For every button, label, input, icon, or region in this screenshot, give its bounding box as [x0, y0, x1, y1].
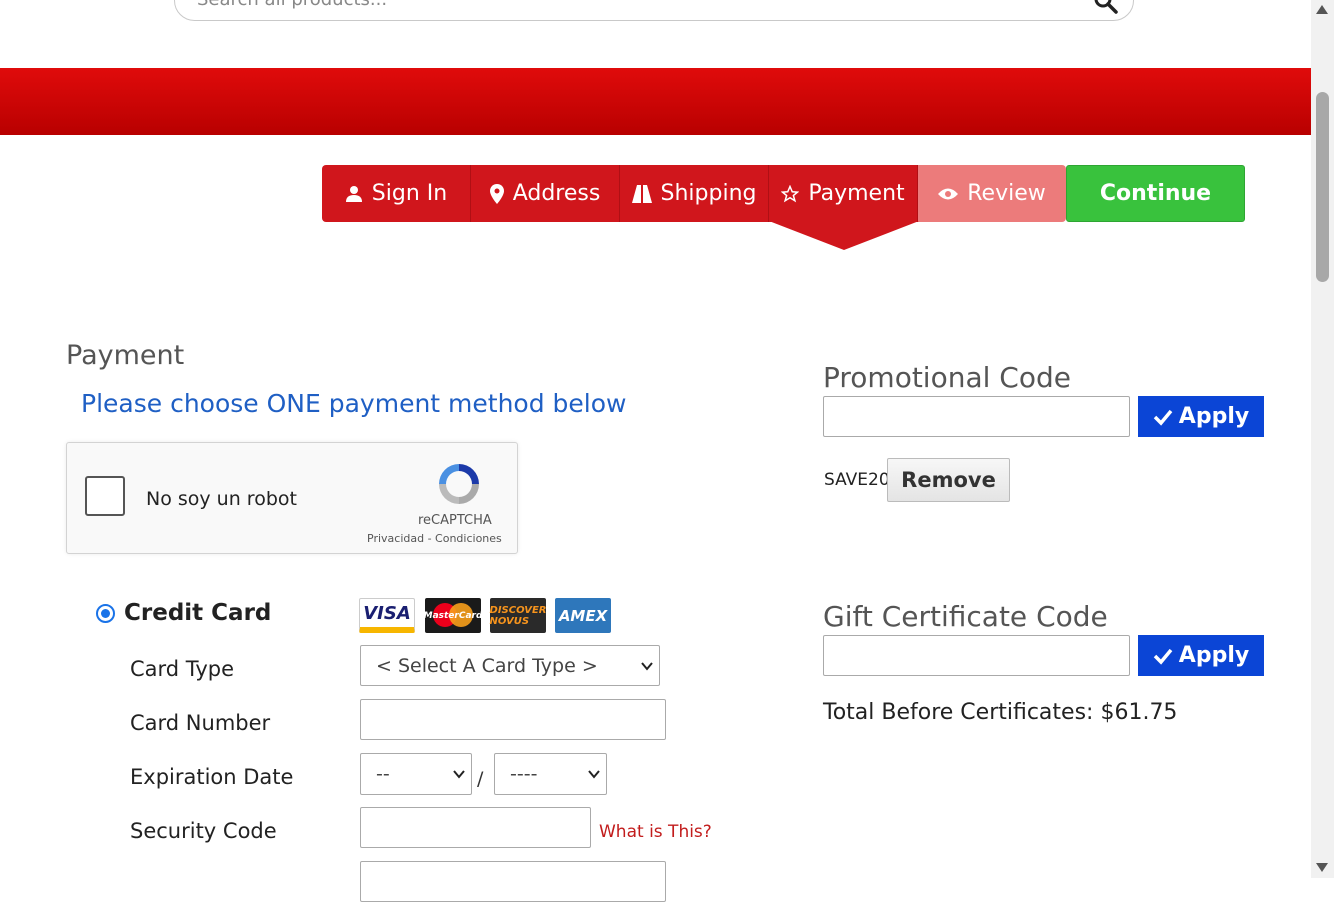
- chevron-down-icon: [588, 770, 600, 779]
- card-type-label: Card Type: [130, 657, 235, 681]
- scrollbar-thumb[interactable]: [1316, 92, 1329, 282]
- step-shipping[interactable]: Shipping: [620, 165, 769, 222]
- apply-label: Apply: [1178, 404, 1250, 429]
- checkmark-icon: [1153, 408, 1173, 426]
- card-type-select[interactable]: < Select A Card Type >: [360, 645, 660, 686]
- card-number-input[interactable]: [360, 699, 666, 740]
- search-icon[interactable]: [1093, 0, 1119, 15]
- discover-card-logo: DISCOVER NOVUS: [490, 598, 547, 633]
- chevron-down-icon: [453, 770, 465, 779]
- step-label: Payment: [808, 181, 905, 206]
- step-label: Shipping: [660, 181, 757, 206]
- expiration-month-value: --: [376, 763, 390, 785]
- map-pin-icon: [489, 183, 504, 204]
- total-before-certificates: Total Before Certificates: $61.75: [823, 700, 1177, 725]
- step-label: Address: [512, 181, 601, 206]
- recaptcha-checkbox[interactable]: [85, 476, 125, 516]
- credit-card-radio[interactable]: [96, 604, 115, 623]
- recaptcha-widget: No soy un robot reCAPTCHA Privacidad - C…: [66, 442, 518, 554]
- applied-promo-code: SAVE20: [824, 470, 890, 490]
- credit-card-label: Credit Card: [124, 600, 272, 626]
- expiration-year-select[interactable]: ----: [494, 753, 607, 795]
- recaptcha-label: No soy un robot: [146, 488, 297, 510]
- step-payment[interactable]: Payment: [769, 165, 918, 222]
- search-placeholder: Search all products...: [197, 0, 387, 10]
- promo-code-title: Promotional Code: [823, 361, 1071, 394]
- security-code-input[interactable]: [360, 807, 591, 848]
- apply-label: Apply: [1178, 643, 1250, 668]
- card-type-value: < Select A Card Type >: [376, 654, 598, 677]
- recaptcha-brand: reCAPTCHA: [418, 513, 492, 528]
- active-step-indicator: [769, 221, 919, 250]
- header-band: [0, 68, 1311, 135]
- mastercard-text: MasterCard: [423, 610, 483, 621]
- eye-icon: [938, 187, 959, 201]
- chevron-down-icon: [641, 661, 653, 671]
- promo-apply-button[interactable]: Apply: [1138, 396, 1264, 437]
- road-icon: [631, 184, 652, 203]
- scroll-down-icon[interactable]: [1316, 863, 1328, 872]
- remove-promo-button[interactable]: Remove: [887, 458, 1010, 502]
- total-value: $61.75: [1100, 700, 1178, 725]
- mastercard-card-logo: MasterCard: [423, 598, 483, 633]
- continue-button[interactable]: Continue: [1066, 165, 1245, 222]
- payment-title: Payment: [66, 340, 185, 371]
- next-field-input[interactable]: [360, 861, 666, 902]
- expiration-year-value: ----: [510, 763, 538, 785]
- gift-certificate-input[interactable]: [823, 635, 1130, 676]
- promo-code-input[interactable]: [823, 396, 1130, 437]
- security-code-help-link[interactable]: What is This?: [599, 822, 712, 842]
- user-icon: [345, 185, 363, 203]
- recaptcha-logo-icon: [439, 464, 479, 504]
- security-code-label: Security Code: [130, 819, 277, 843]
- checkout-steps: Sign In Address Shipping Payment Review: [322, 165, 1066, 222]
- expiration-date-label: Expiration Date: [130, 765, 294, 789]
- gift-certificate-title: Gift Certificate Code: [823, 600, 1108, 633]
- amex-card-logo: AMEX: [555, 598, 611, 633]
- step-review[interactable]: Review: [918, 165, 1066, 222]
- total-label: Total Before Certificates:: [823, 700, 1094, 725]
- payment-instruction: Please choose ONE payment method below: [81, 389, 627, 418]
- search-bar[interactable]: Search all products...: [174, 0, 1134, 21]
- step-label: Review: [967, 181, 1046, 206]
- gift-apply-button[interactable]: Apply: [1138, 635, 1264, 676]
- scroll-up-icon[interactable]: [1316, 5, 1328, 14]
- visa-card-logo: VISA: [359, 598, 415, 633]
- recaptcha-links[interactable]: Privacidad - Condiciones: [367, 532, 502, 545]
- checkmark-icon: [1153, 647, 1173, 665]
- step-address[interactable]: Address: [471, 165, 620, 222]
- expiration-separator: /: [477, 768, 484, 790]
- card-number-label: Card Number: [130, 711, 271, 735]
- star-icon: [781, 184, 800, 203]
- expiration-month-select[interactable]: --: [360, 753, 472, 795]
- step-sign-in[interactable]: Sign In: [322, 165, 471, 222]
- step-label: Sign In: [371, 181, 448, 206]
